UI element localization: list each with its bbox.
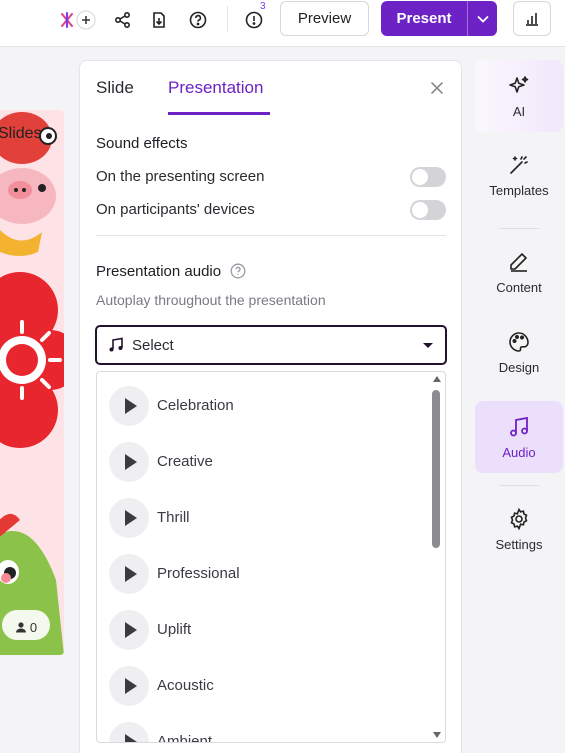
- audio-option[interactable]: Ambient: [97, 712, 427, 743]
- sidebar-divider: [499, 485, 539, 486]
- audio-option[interactable]: Professional: [97, 544, 427, 600]
- audio-select-value: Select: [132, 337, 174, 354]
- dropdown-arrow-icon: [423, 343, 433, 348]
- section-divider: [96, 235, 446, 236]
- audio-option-label: Creative: [157, 453, 213, 470]
- audio-select[interactable]: Select: [95, 325, 447, 365]
- participants-count: 0: [29, 619, 38, 635]
- audio-option-label: Ambient: [157, 733, 213, 743]
- slide-canvas[interactable]: Slides 0: [0, 110, 64, 655]
- sidebar-item-label: Design: [498, 359, 540, 375]
- sidebar-item-design[interactable]: Design: [475, 316, 563, 388]
- sidebar-item-ai[interactable]: AI: [475, 60, 563, 132]
- participants-devices-toggle[interactable]: [410, 200, 446, 220]
- alerts-icon[interactable]: [243, 9, 265, 31]
- scroll-down-arrow[interactable]: [433, 732, 441, 738]
- add-integration-icon[interactable]: [56, 9, 96, 31]
- play-icon[interactable]: [109, 666, 149, 706]
- help-icon[interactable]: [187, 9, 209, 31]
- share-icon[interactable]: [112, 9, 134, 31]
- person-icon: [15, 622, 26, 633]
- palette-icon: [509, 331, 529, 352]
- play-icon[interactable]: [109, 442, 149, 482]
- participants-devices-label: On participants' devices: [96, 201, 255, 218]
- sidebar-item-settings[interactable]: Settings: [475, 493, 563, 565]
- tab-slide[interactable]: Slide: [96, 78, 134, 98]
- sidebar-item-label: Settings: [495, 536, 543, 552]
- play-icon[interactable]: [109, 610, 149, 650]
- pencil-icon: [510, 252, 527, 272]
- audio-option-label: Uplift: [157, 621, 192, 638]
- results-chart-button[interactable]: [513, 1, 551, 36]
- tab-presentation[interactable]: Presentation: [168, 78, 263, 98]
- audio-option[interactable]: Creative: [97, 432, 427, 488]
- play-icon[interactable]: [109, 386, 149, 426]
- audio-option[interactable]: Thrill: [97, 488, 427, 544]
- sidebar-item-label: Templates: [489, 182, 549, 198]
- presenting-screen-label: On the presenting screen: [96, 168, 265, 185]
- music-note-icon: [109, 337, 123, 352]
- scroll-up-arrow[interactable]: [433, 376, 441, 382]
- sidebar-item-label: AI: [512, 103, 526, 119]
- panel-tabs: Slide Presentation: [80, 61, 463, 115]
- present-button-label: Present: [396, 10, 452, 27]
- logo-fragment: Slides: [0, 125, 42, 142]
- chevron-down-icon[interactable]: [468, 15, 497, 23]
- audio-options-list[interactable]: Celebration Creative Thrill Professional…: [96, 371, 446, 743]
- active-tab-indicator: [168, 112, 270, 115]
- audio-option-label: Thrill: [157, 509, 190, 526]
- notifications-badge: 3: [260, 1, 266, 12]
- sidebar-divider: [499, 228, 539, 229]
- slide-illustration: Slides: [0, 110, 64, 655]
- presentation-audio-heading: Presentation audio: [96, 263, 222, 280]
- presenting-screen-toggle[interactable]: [410, 167, 446, 187]
- preview-button[interactable]: Preview: [280, 1, 369, 36]
- audio-option[interactable]: Celebration: [97, 376, 427, 432]
- play-icon[interactable]: [109, 554, 149, 594]
- toolbar-divider: [227, 6, 228, 32]
- sidebar-item-templates[interactable]: Templates: [475, 139, 563, 211]
- play-icon[interactable]: [109, 498, 149, 538]
- audio-description: Autoplay throughout the presentation: [96, 292, 326, 308]
- help-circle-icon[interactable]: [230, 263, 246, 279]
- scrollbar-thumb[interactable]: [432, 390, 440, 548]
- audio-option-label: Professional: [157, 565, 240, 582]
- audio-option-label: Celebration: [157, 397, 234, 414]
- audio-option[interactable]: Acoustic: [97, 656, 427, 712]
- gear-icon: [510, 507, 528, 530]
- music-note-icon: [510, 416, 528, 436]
- right-sidebar: AI Templates Content Design Audio Settin…: [475, 60, 565, 753]
- audio-option-label: Acoustic: [157, 677, 214, 694]
- audio-option[interactable]: Uplift: [97, 600, 427, 656]
- sidebar-item-audio[interactable]: Audio: [475, 401, 563, 473]
- download-icon[interactable]: [148, 9, 170, 31]
- sidebar-item-label: Audio: [502, 444, 536, 460]
- close-icon[interactable]: [429, 80, 445, 96]
- participants-counter: 0: [6, 615, 46, 639]
- sound-effects-heading: Sound effects: [96, 135, 188, 152]
- bar-chart-icon: [526, 12, 538, 26]
- present-button[interactable]: Present: [381, 1, 497, 36]
- sidebar-item-content[interactable]: Content: [475, 236, 563, 308]
- magic-wand-icon: [510, 155, 528, 174]
- sparkle-icon: [509, 75, 529, 93]
- top-toolbar: 3 Preview Present: [0, 0, 565, 47]
- presentation-settings-panel: Slide Presentation Sound effects On the …: [79, 60, 462, 753]
- play-icon[interactable]: [109, 722, 149, 742]
- sidebar-item-label: Content: [496, 279, 542, 295]
